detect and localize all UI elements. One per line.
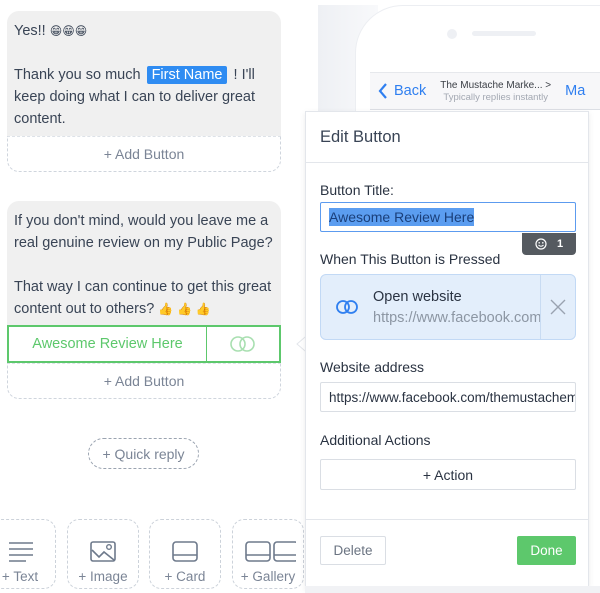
- add-button[interactable]: + Add Button: [7, 136, 281, 172]
- reply-status: Typically replies instantly: [443, 91, 548, 103]
- tile-label: + Text: [1, 569, 39, 584]
- phone-camera-dot: [447, 29, 457, 39]
- message-button-selected[interactable]: Awesome Review Here: [7, 325, 281, 363]
- message-text: That way I can continue to get this grea…: [14, 279, 272, 317]
- page-name: The Mustache Marke... >: [440, 79, 552, 91]
- chevron-left-icon: [378, 83, 387, 99]
- text-lines-icon: [9, 542, 33, 562]
- add-text-tile[interactable]: + Text: [0, 519, 56, 589]
- action-url: https://www.facebook.com/themustachemark…: [373, 309, 540, 326]
- button-title[interactable]: Awesome Review Here: [9, 327, 207, 361]
- button-title-label: Button Title:: [320, 182, 394, 198]
- website-address-label: Website address: [320, 359, 425, 375]
- back-label: Back: [394, 83, 427, 99]
- message-text: Thank you so much: [14, 67, 145, 83]
- text-message-1[interactable]: Yes!! 😁😁😁 Thank you so much First Name !…: [7, 11, 281, 172]
- smiley-icon: [535, 238, 547, 250]
- button-title-input[interactable]: Awesome Review Here: [320, 202, 576, 232]
- divider: [306, 162, 588, 163]
- quick-reply-button[interactable]: + Quick reply: [88, 438, 199, 469]
- divider: [306, 519, 588, 520]
- edit-button-panel: Edit Button Button Title: Awesome Review…: [305, 111, 589, 589]
- message-bubble[interactable]: Yes!! 😁😁😁 Thank you so much First Name !…: [7, 11, 281, 136]
- tile-label: + Card: [164, 569, 206, 584]
- preview-footer: [305, 586, 600, 593]
- page-title-block[interactable]: The Mustache Marke... > Typically replie…: [440, 80, 551, 103]
- when-pressed-label: When This Button is Pressed: [320, 251, 501, 267]
- message-text: Yes!!: [14, 23, 50, 39]
- link-icon: [207, 327, 279, 361]
- add-action-button[interactable]: + Action: [320, 459, 576, 490]
- flow-builder-canvas: Yes!! 😁😁😁 Thank you so much First Name !…: [0, 0, 318, 593]
- message-text: If you don't mind, would you leave me a …: [14, 213, 273, 251]
- grin-emoji-icon: 😁😁😁: [49, 24, 88, 38]
- emoji-counter-badge[interactable]: 1: [522, 233, 576, 255]
- tile-label: + Image: [78, 569, 128, 584]
- open-website-action[interactable]: Open website https://www.facebook.com/th…: [320, 274, 576, 340]
- close-icon: [550, 299, 566, 315]
- card-icon: [172, 541, 198, 562]
- gallery-icon: [245, 541, 296, 562]
- done-button[interactable]: Done: [517, 536, 576, 565]
- back-button[interactable]: Back: [378, 83, 426, 99]
- selected-text: Awesome Review Here: [329, 208, 475, 226]
- messenger-preview-header: Back The Mustache Marke... > Typically r…: [370, 72, 600, 110]
- first-name-variable-chip[interactable]: First Name: [146, 66, 228, 84]
- add-card-tile[interactable]: + Card: [149, 519, 221, 589]
- add-content-toolbar: + Text + Image + Card + Gallery: [0, 518, 318, 593]
- text-message-2[interactable]: If you don't mind, would you leave me a …: [7, 201, 281, 399]
- phone-speaker: [472, 31, 536, 36]
- link-icon: [321, 275, 373, 339]
- add-button[interactable]: + Add Button: [7, 363, 281, 399]
- message-bubble[interactable]: If you don't mind, would you leave me a …: [7, 201, 281, 325]
- remove-action-button[interactable]: [540, 275, 575, 339]
- add-image-tile[interactable]: + Image: [67, 519, 139, 589]
- tile-label: + Gallery: [240, 569, 296, 584]
- thumbs-up-emoji-icon: 👍 👍 👍: [158, 302, 211, 316]
- image-icon: [90, 541, 116, 562]
- action-title: Open website: [373, 288, 462, 305]
- additional-actions-label: Additional Actions: [320, 432, 431, 448]
- delete-button[interactable]: Delete: [320, 536, 386, 565]
- manage-link[interactable]: Ma: [565, 83, 585, 99]
- panel-title: Edit Button: [320, 128, 401, 146]
- char-count: 1: [556, 238, 564, 250]
- add-gallery-tile[interactable]: + Gallery: [232, 519, 304, 589]
- website-address-input[interactable]: https://www.facebook.com/themustachemark…: [320, 382, 576, 412]
